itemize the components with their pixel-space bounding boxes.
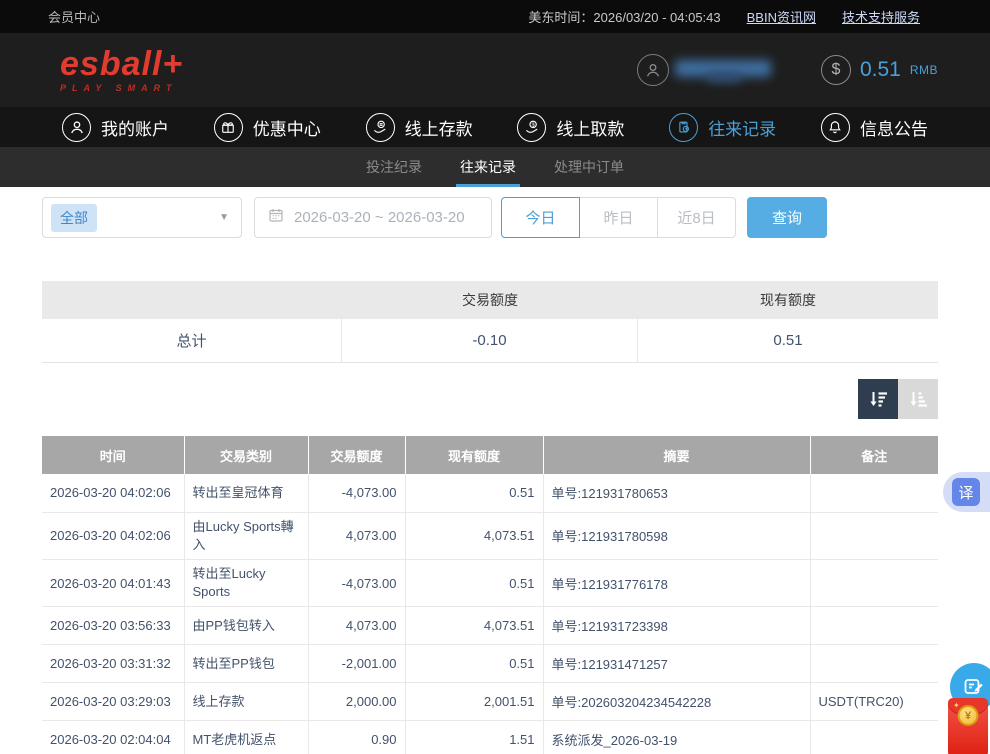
filter-bar: 全部 ▼ 2026-03-20 ~ 2026-03-20 今日 昨日 近8日 查… — [42, 197, 938, 238]
transaction-table: 时间 交易类别 交易额度 现有额度 摘要 备注 2026-03-20 04:02… — [42, 436, 938, 754]
nav-item-promotions[interactable]: 优惠中心 — [214, 113, 321, 142]
yesterday-button[interactable]: 昨日 — [579, 197, 658, 238]
table-row: 2026-03-20 04:01:43 转出至Lucky Sports -4,0… — [42, 559, 938, 606]
bell-icon — [821, 113, 850, 142]
type-filter-select[interactable]: 全部 ▼ — [42, 197, 242, 238]
translate-icon: 译 — [952, 478, 980, 506]
records-icon — [669, 113, 698, 142]
tab-transaction-records[interactable]: 往来记录 — [456, 147, 520, 187]
gift-icon — [214, 113, 243, 142]
balance-currency: RMB — [910, 63, 938, 77]
site-header: esball+ PLAY SMART $ 0.51 RMB — [0, 33, 990, 107]
summary-header-balance: 现有额度 — [638, 281, 938, 319]
table-row: 2026-03-20 03:29:03 线上存款 2,000.00 2,001.… — [42, 683, 938, 721]
col-balance: 现有额度 — [405, 436, 543, 474]
member-center-label: 会员中心 — [48, 7, 100, 26]
top-bar: 会员中心 美东时间：2026/03/20 - 04:05:43 BBIN资讯网 … — [0, 0, 990, 33]
col-amount: 交易额度 — [308, 436, 405, 474]
nav-label: 我的账户 — [101, 115, 169, 140]
table-row: 2026-03-20 03:31:32 转出至PP钱包 -2,001.00 0.… — [42, 645, 938, 683]
wallet-balance[interactable]: $ 0.51 RMB — [821, 55, 938, 85]
sort-descending-button[interactable] — [858, 379, 898, 419]
server-time: 美东时间：2026/03/20 - 04:05:43 — [528, 7, 720, 26]
summary-total-row: 总计 -0.10 0.51 — [42, 319, 938, 363]
nav-item-announcements[interactable]: 信息公告 — [821, 113, 928, 142]
summary-header-empty — [42, 281, 342, 319]
withdraw-icon: $ — [517, 113, 546, 142]
tab-betting-records[interactable]: 投注纪录 — [362, 147, 426, 187]
table-row: 2026-03-20 04:02:06 转出至皇冠体育 -4,073.00 0.… — [42, 474, 938, 512]
date-range-input[interactable]: 2026-03-20 ~ 2026-03-20 — [254, 197, 492, 238]
tech-support-link[interactable]: 技术支持服务 — [842, 7, 920, 26]
summary-total-transaction: -0.10 — [342, 319, 638, 362]
type-filter-value: 全部 — [51, 204, 97, 232]
nav-item-withdraw[interactable]: $ 线上取款 — [517, 113, 624, 142]
nav-item-my-account[interactable]: 我的账户 — [62, 113, 169, 142]
main-nav: 我的账户 优惠中心 线上存款 $ 线上取款 往来记录 — [0, 107, 990, 147]
table-row: 2026-03-20 04:02:06 由Lucky Sports轉入 4,07… — [42, 512, 938, 559]
logo-tagline: PLAY SMART — [60, 83, 183, 93]
nav-label: 线上存款 — [405, 115, 473, 140]
quick-date-group: 今日 昨日 近8日 — [501, 197, 736, 238]
nav-label: 线上取款 — [556, 115, 624, 140]
last-8-days-button[interactable]: 近8日 — [657, 197, 736, 238]
date-range-value: 2026-03-20 ~ 2026-03-20 — [294, 209, 465, 226]
sort-controls — [42, 379, 938, 419]
user-icon — [62, 113, 91, 142]
user-account-chip[interactable] — [637, 54, 775, 86]
balance-amount: 0.51 — [860, 58, 901, 82]
bbin-news-link[interactable]: BBIN资讯网 — [747, 7, 816, 26]
nav-label: 优惠中心 — [253, 115, 321, 140]
dollar-icon: $ — [821, 55, 851, 85]
table-row: 2026-03-20 03:56:33 由PP钱包转入 4,073.00 4,0… — [42, 607, 938, 645]
summary-header-transaction: 交易额度 — [342, 281, 638, 319]
nav-label: 往来记录 — [708, 115, 776, 140]
sub-nav: 投注纪录 往来记录 处理中订单 — [0, 147, 990, 187]
sort-ascending-button[interactable] — [898, 379, 938, 419]
chevron-down-icon: ▼ — [219, 212, 229, 223]
query-button[interactable]: 查询 — [747, 197, 827, 238]
esball-logo[interactable]: esball+ PLAY SMART — [60, 47, 183, 93]
col-summary: 摘要 — [543, 436, 810, 474]
deposit-icon — [366, 113, 395, 142]
username-blurred — [675, 58, 775, 82]
col-remark: 备注 — [810, 436, 938, 474]
nav-item-transactions[interactable]: 往来记录 — [669, 113, 776, 142]
col-time: 时间 — [42, 436, 184, 474]
summary-total-label: 总计 — [42, 319, 342, 362]
avatar-icon — [637, 54, 669, 86]
edit-note-icon — [962, 675, 986, 699]
logo-text: esball+ — [60, 47, 183, 81]
tab-pending-orders[interactable]: 处理中订单 — [550, 147, 628, 187]
red-envelope-button[interactable]: ✦ ¥ — [948, 698, 988, 754]
table-header-row: 时间 交易类别 交易额度 现有额度 摘要 备注 — [42, 436, 938, 474]
col-type: 交易类别 — [184, 436, 308, 474]
summary-header-row: 交易额度 现有额度 — [42, 281, 938, 319]
translate-widget[interactable]: 译 — [943, 472, 990, 512]
gold-coin-icon: ¥ — [958, 705, 979, 726]
calendar-icon — [267, 206, 285, 229]
nav-item-deposit[interactable]: 线上存款 — [366, 113, 473, 142]
summary-table: 交易额度 现有额度 总计 -0.10 0.51 — [42, 281, 938, 363]
sort-descending-icon — [866, 387, 890, 411]
table-row: 2026-03-20 02:04:04 MT老虎机返点 0.90 1.51 系统… — [42, 721, 938, 754]
member-center-page: 会员中心 美东时间：2026/03/20 - 04:05:43 BBIN资讯网 … — [0, 0, 990, 754]
today-button[interactable]: 今日 — [501, 197, 580, 238]
summary-total-balance: 0.51 — [638, 319, 938, 362]
sort-ascending-icon — [906, 387, 930, 411]
nav-label: 信息公告 — [860, 115, 928, 140]
